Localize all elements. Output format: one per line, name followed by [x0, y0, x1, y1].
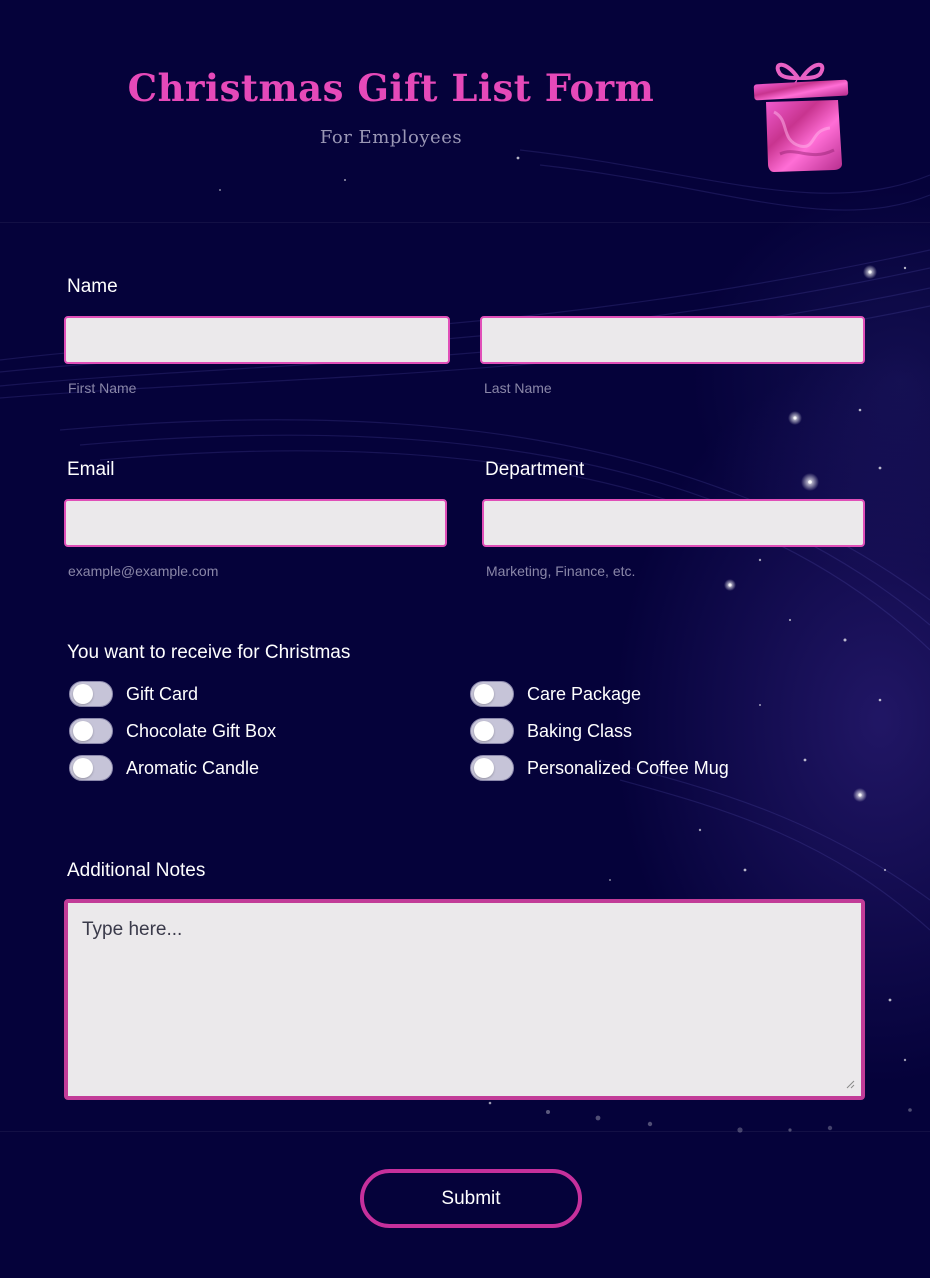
gift-option-personalized-coffee-mug[interactable]: Personalized Coffee Mug [470, 754, 729, 782]
personalized-coffee-mug-toggle[interactable] [470, 755, 514, 781]
gift-option-care-package[interactable]: Care Package [470, 680, 641, 708]
toggle-knob [73, 721, 93, 741]
gift-box-icon [753, 62, 849, 172]
name-label: Name [67, 276, 118, 297]
toggle-knob [73, 684, 93, 704]
gift-options-label: You want to receive for Christmas [67, 642, 351, 663]
additional-notes-textarea[interactable] [64, 899, 865, 1100]
form-header: Christmas Gift List Form For Employees [0, 0, 930, 223]
toggle-knob [474, 684, 494, 704]
first-name-input[interactable] [64, 316, 450, 364]
toggle-knob [474, 721, 494, 741]
gift-option-aromatic-candle[interactable]: Aromatic Candle [69, 754, 259, 782]
gift-option-chocolate-gift-box[interactable]: Chocolate Gift Box [69, 717, 276, 745]
gift-option-label: Gift Card [126, 683, 199, 704]
submit-button[interactable]: Submit [360, 1169, 582, 1228]
aromatic-candle-toggle[interactable] [69, 755, 113, 781]
gift-option-label: Baking Class [527, 720, 633, 741]
chocolate-gift-box-toggle[interactable] [69, 718, 113, 744]
toggle-knob [474, 758, 494, 778]
first-name-hint: First Name [68, 380, 137, 396]
baking-class-toggle[interactable] [470, 718, 514, 744]
last-name-input[interactable] [480, 316, 865, 364]
last-name-hint: Last Name [484, 380, 552, 396]
gift-option-label: Chocolate Gift Box [126, 720, 277, 741]
gift-option-label: Personalized Coffee Mug [527, 757, 729, 778]
gift-option-label: Care Package [527, 683, 642, 704]
notes-label: Additional Notes [67, 860, 206, 881]
department-hint: Marketing, Finance, etc. [486, 563, 636, 579]
gift-option-label: Aromatic Candle [126, 757, 260, 778]
footer-divider [0, 1131, 930, 1132]
form-title: Christmas Gift List Form [127, 66, 655, 110]
form-page: Christmas Gift List Form For Employees N… [0, 0, 930, 1278]
department-field[interactable] [482, 499, 865, 547]
email-field[interactable] [64, 499, 447, 547]
gift-option-baking-class[interactable]: Baking Class [470, 717, 632, 745]
care-package-toggle[interactable] [470, 681, 514, 707]
gift-option-gift-card[interactable]: Gift Card [69, 680, 198, 708]
resize-handle-icon[interactable] [845, 1079, 855, 1089]
toggle-knob [73, 758, 93, 778]
department-label: Department [485, 459, 585, 480]
email-hint: example@example.com [68, 563, 219, 579]
form-subtitle: For Employees [319, 127, 463, 148]
gift-card-toggle[interactable] [69, 681, 113, 707]
email-label: Email [67, 459, 115, 480]
